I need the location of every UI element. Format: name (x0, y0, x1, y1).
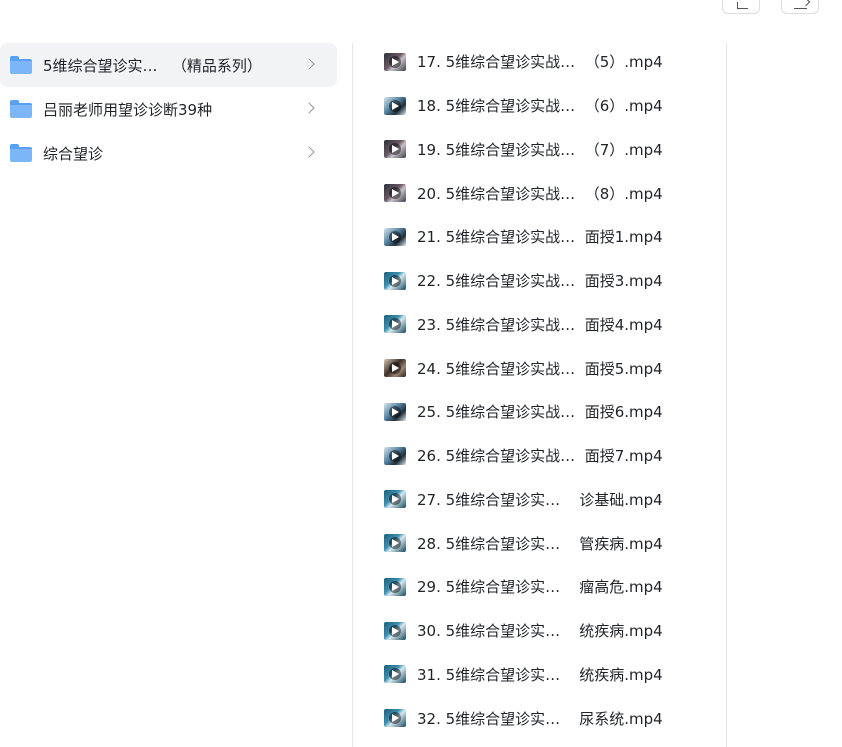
video-thumbnail-icon (384, 490, 406, 509)
file-name: 31. 5维综合望诊实… 统疾病.mp4 (417, 665, 663, 684)
layout-icon (737, 2, 748, 9)
file-name: 21. 5维综合望诊实战… 面授1.mp4 (417, 228, 663, 247)
file-item-3[interactable]: 19. 5维综合望诊实战… （7）.mp4 (384, 128, 714, 172)
file-name: 25. 5维综合望诊实战… 面授6.mp4 (417, 403, 663, 422)
file-browser: 5维综合望诊实… （精品系列） 吕丽老师用望诊诊断39种 综合望诊 17. 5维… (0, 0, 842, 747)
file-column: 17. 5维综合望诊实战… （5）.mp4 18. 5维综合望诊实战… （6）.… (384, 40, 714, 740)
video-thumbnail-icon (384, 52, 406, 71)
video-thumbnail-icon (384, 227, 406, 246)
chevron-right-icon (303, 146, 315, 158)
file-item-2[interactable]: 18. 5维综合望诊实战… （6）.mp4 (384, 84, 714, 128)
file-name: 19. 5维综合望诊实战… （7）.mp4 (417, 140, 663, 159)
toolbar-button-1[interactable] (722, 0, 760, 14)
file-name: 24. 5维综合望诊实战… 面授5.mp4 (417, 359, 663, 378)
video-thumbnail-icon (384, 577, 406, 596)
column-divider (726, 43, 727, 747)
file-item-8[interactable]: 24. 5维综合望诊实战… 面授5.mp4 (384, 346, 714, 390)
toolbar-button-2[interactable] (781, 0, 819, 14)
file-item-4[interactable]: 20. 5维综合望诊实战… （8）.mp4 (384, 171, 714, 215)
video-thumbnail-icon (384, 271, 406, 290)
folder-column: 5维综合望诊实… （精品系列） 吕丽老师用望诊诊断39种 综合望诊 (0, 43, 337, 175)
video-thumbnail-icon (384, 621, 406, 640)
file-item-10[interactable]: 26. 5维综合望诊实战… 面授7.mp4 (384, 434, 714, 478)
file-item-11[interactable]: 27. 5维综合望诊实… 诊基础.mp4 (384, 478, 714, 522)
file-name: 17. 5维综合望诊实战… （5）.mp4 (417, 53, 663, 72)
file-item-16[interactable]: 32. 5维综合望诊实… 尿系统.mp4 (384, 696, 714, 740)
video-thumbnail-icon (384, 359, 406, 378)
video-thumbnail-icon (384, 534, 406, 553)
chevron-right-icon (303, 58, 315, 70)
folder-name: 吕丽老师用望诊诊断39种 (43, 100, 213, 119)
file-name: 18. 5维综合望诊实战… （6）.mp4 (417, 97, 663, 116)
folder-icon (10, 56, 32, 74)
video-thumbnail-icon (384, 402, 406, 421)
column-divider (352, 43, 353, 747)
folder-icon (10, 100, 32, 118)
video-thumbnail-icon (384, 709, 406, 728)
share-arrow-icon (794, 2, 807, 9)
file-name: 23. 5维综合望诊实战… 面授4.mp4 (417, 315, 663, 334)
folder-name: 5维综合望诊实… （精品系列） (43, 56, 262, 75)
file-item-13[interactable]: 29. 5维综合望诊实… 瘤高危.mp4 (384, 565, 714, 609)
file-item-15[interactable]: 31. 5维综合望诊实… 统疾病.mp4 (384, 653, 714, 697)
file-name: 32. 5维综合望诊实… 尿系统.mp4 (417, 709, 663, 728)
file-item-7[interactable]: 23. 5维综合望诊实战… 面授4.mp4 (384, 303, 714, 347)
file-item-9[interactable]: 25. 5维综合望诊实战… 面授6.mp4 (384, 390, 714, 434)
video-thumbnail-icon (384, 96, 406, 115)
folder-name: 综合望诊 (43, 144, 104, 163)
file-item-14[interactable]: 30. 5维综合望诊实… 统疾病.mp4 (384, 609, 714, 653)
file-name: 22. 5维综合望诊实战… 面授3.mp4 (417, 272, 663, 291)
file-item-12[interactable]: 28. 5维综合望诊实… 管疾病.mp4 (384, 521, 714, 565)
file-name: 26. 5维综合望诊实战… 面授7.mp4 (417, 447, 663, 466)
file-name: 28. 5维综合望诊实… 管疾病.mp4 (417, 534, 663, 553)
folder-item-1[interactable]: 5维综合望诊实… （精品系列） (0, 43, 337, 87)
file-name: 30. 5维综合望诊实… 统疾病.mp4 (417, 622, 663, 641)
chevron-right-icon (303, 102, 315, 114)
folder-icon (10, 144, 32, 162)
folder-item-2[interactable]: 吕丽老师用望诊诊断39种 (0, 87, 337, 131)
video-thumbnail-icon (384, 446, 406, 465)
video-thumbnail-icon (384, 140, 406, 159)
video-thumbnail-icon (384, 665, 406, 684)
file-item-6[interactable]: 22. 5维综合望诊实战… 面授3.mp4 (384, 259, 714, 303)
file-item-5[interactable]: 21. 5维综合望诊实战… 面授1.mp4 (384, 215, 714, 259)
file-name: 29. 5维综合望诊实… 瘤高危.mp4 (417, 578, 663, 597)
file-name: 27. 5维综合望诊实… 诊基础.mp4 (417, 490, 663, 509)
folder-item-3[interactable]: 综合望诊 (0, 131, 337, 175)
video-thumbnail-icon (384, 315, 406, 334)
video-thumbnail-icon (384, 184, 406, 203)
file-item-1[interactable]: 17. 5维综合望诊实战… （5）.mp4 (384, 40, 714, 84)
file-name: 20. 5维综合望诊实战… （8）.mp4 (417, 184, 663, 203)
